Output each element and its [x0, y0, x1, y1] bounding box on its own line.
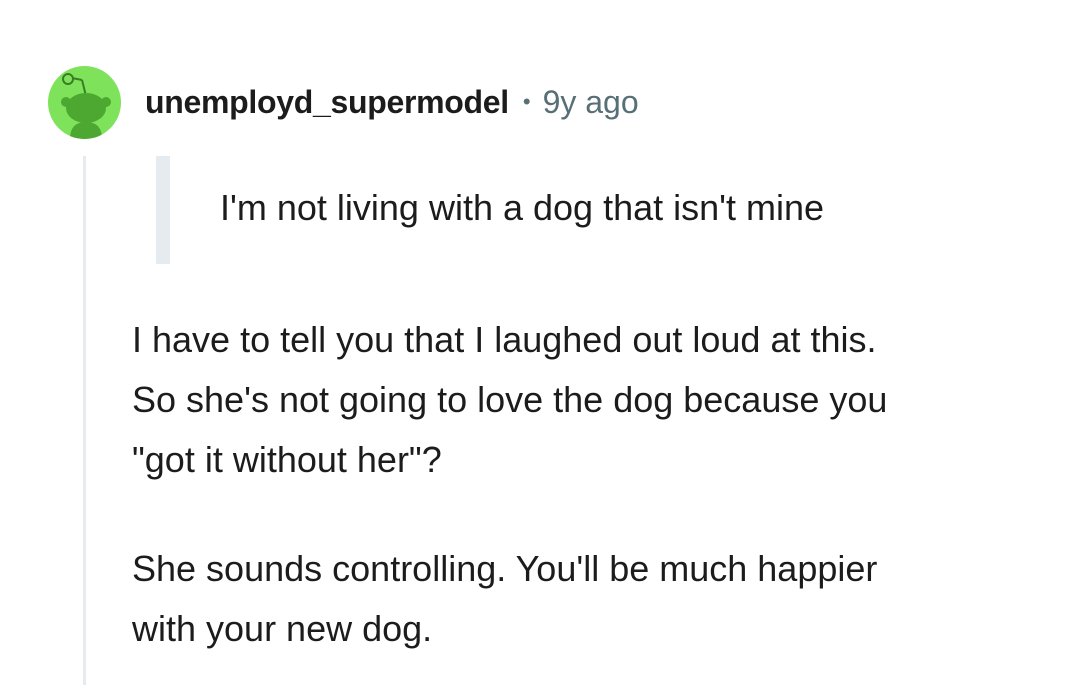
blockquote-text: I'm not living with a dog that isn't min… [220, 187, 825, 228]
comment-timestamp[interactable]: 9y ago [543, 84, 639, 121]
comment-paragraph-1: I have to tell you that I laughed out lo… [132, 310, 1052, 490]
comment-header: unemployd_supermodel • 9y ago [145, 80, 639, 124]
thread-line[interactable] [83, 156, 86, 685]
meta-separator: • [522, 89, 531, 114]
paragraph-line: with your new dog. [132, 608, 433, 649]
paragraph-line: So she's not going to love the dog becau… [132, 379, 888, 420]
snoo-avatar-icon [61, 73, 111, 139]
paragraph-line: She sounds controlling. You'll be much h… [132, 548, 878, 589]
paragraph-line: "got it without her"? [132, 439, 442, 480]
username-link[interactable]: unemployd_supermodel [145, 84, 509, 121]
user-avatar[interactable] [48, 66, 121, 139]
comment-paragraph-2: She sounds controlling. You'll be much h… [132, 539, 1052, 659]
paragraph-line: I have to tell you that I laughed out lo… [132, 319, 877, 360]
blockquote-bar [156, 156, 170, 264]
